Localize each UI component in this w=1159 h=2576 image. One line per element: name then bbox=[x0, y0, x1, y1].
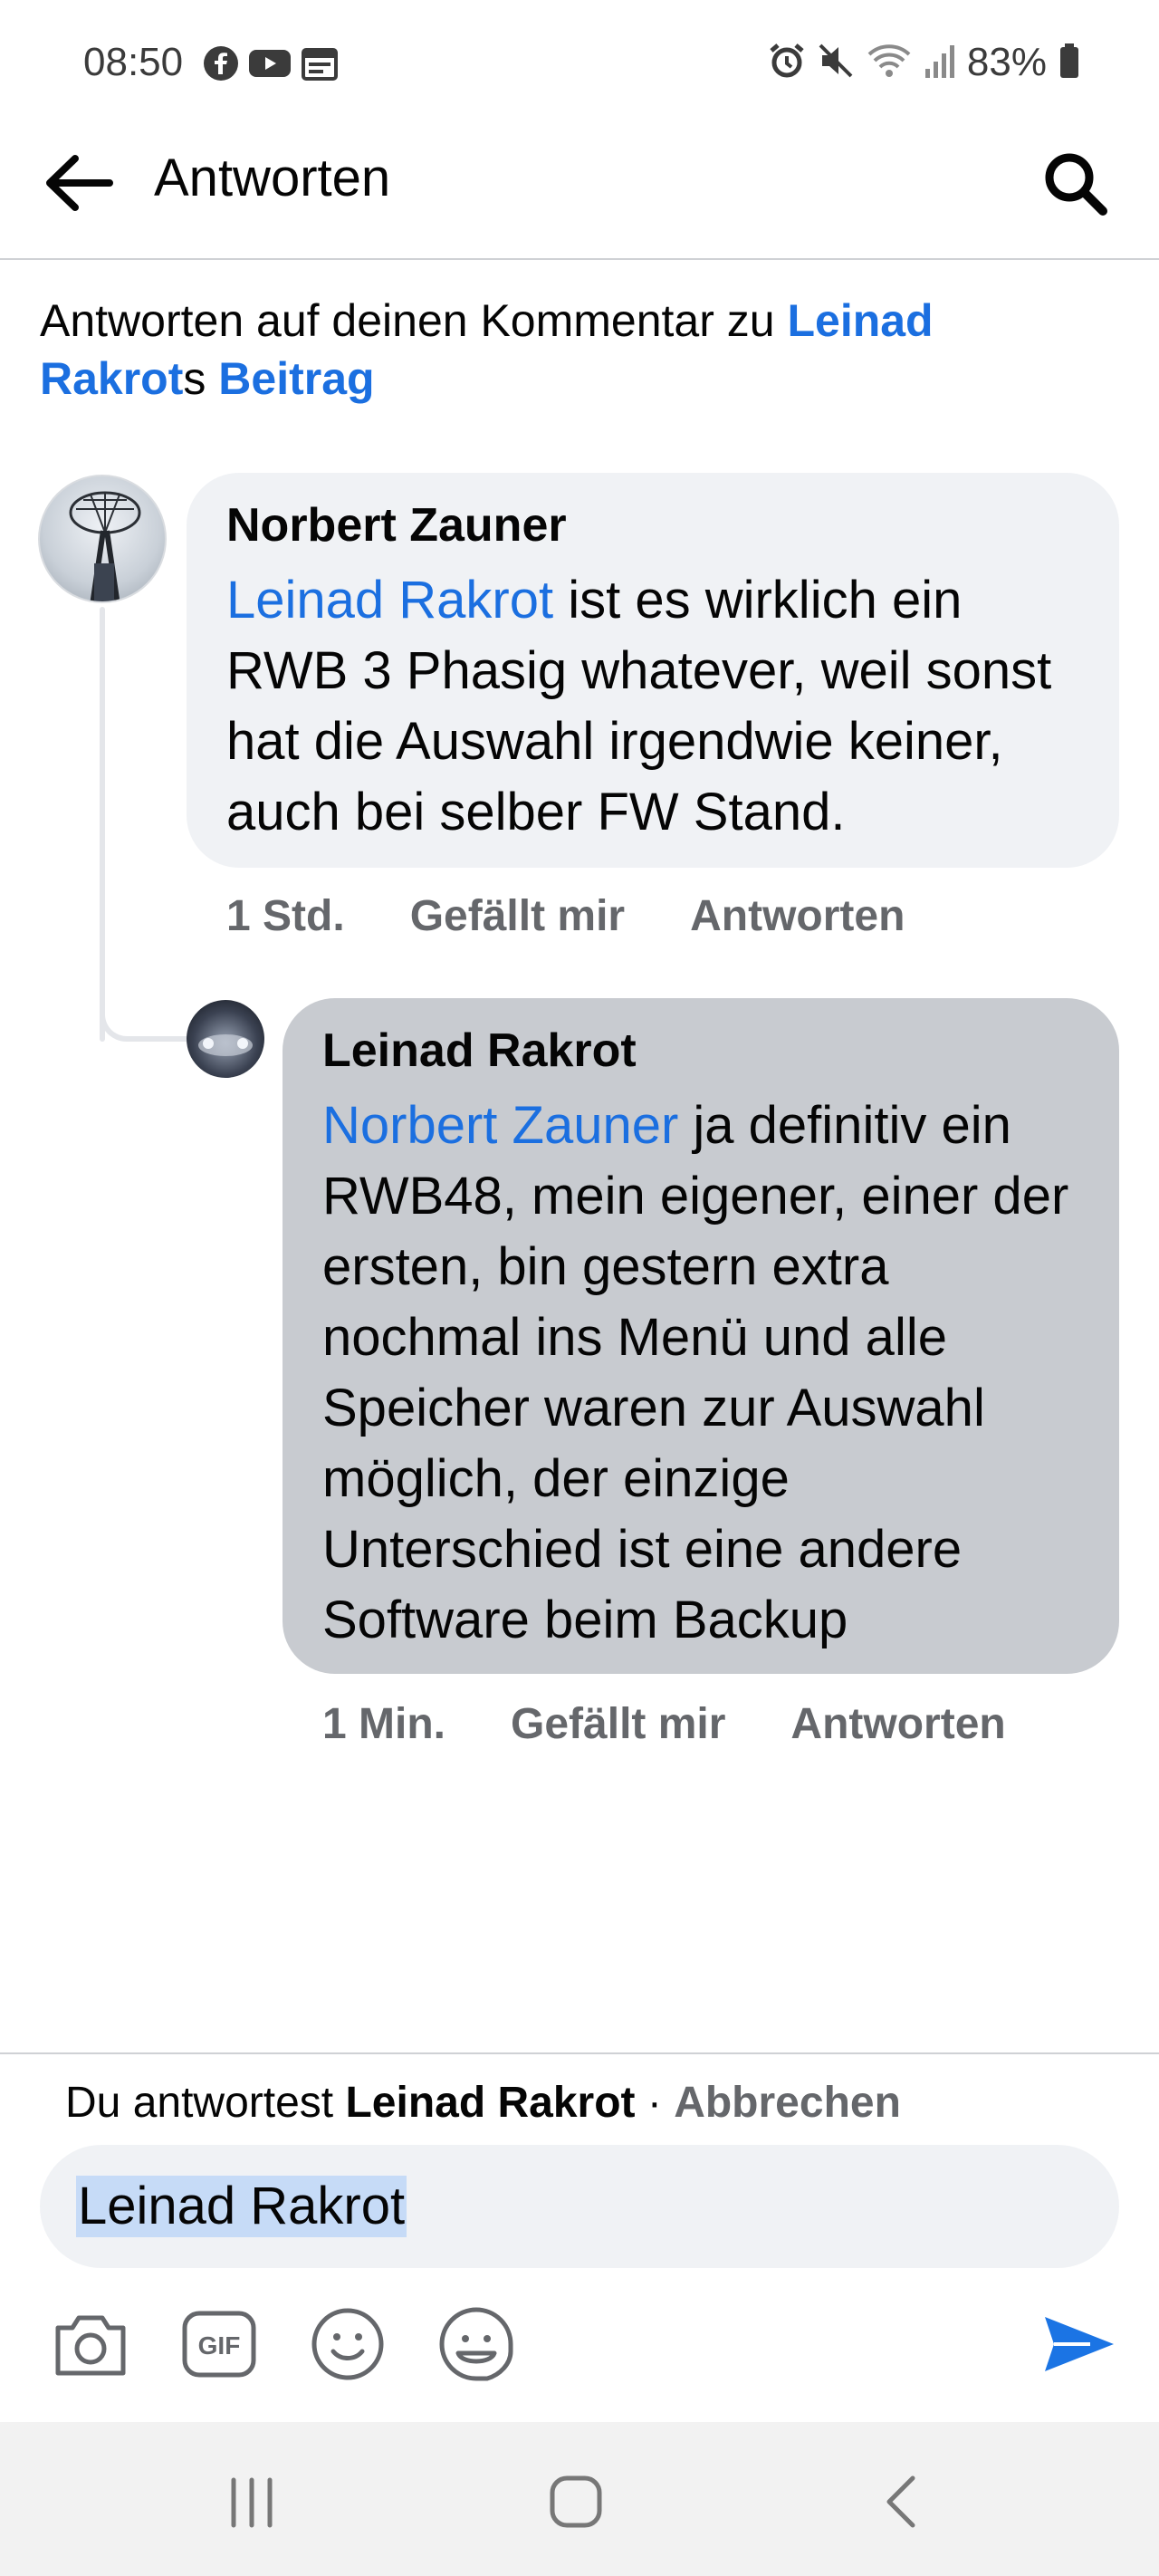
page-title: Antworten bbox=[154, 149, 391, 207]
replying-target: Leinad Rakrot bbox=[345, 2079, 636, 2127]
status-system-icons: 83% bbox=[768, 40, 1081, 85]
reply-button[interactable]: Antworten bbox=[690, 891, 905, 941]
reply-button[interactable]: Antworten bbox=[790, 1699, 1005, 1749]
status-time: 08:50 bbox=[83, 40, 184, 84]
comment-bubble[interactable]: Leinad Rakrot Norbert Zauner ja definiti… bbox=[283, 998, 1119, 1674]
youtube-icon bbox=[248, 45, 292, 86]
app-header: Antworten bbox=[0, 131, 1159, 260]
recent-apps-icon bbox=[223, 2475, 281, 2533]
signal-icon bbox=[924, 42, 956, 84]
status-bar: 08:50 83% bbox=[0, 0, 1159, 131]
home-button[interactable] bbox=[522, 2467, 630, 2540]
cancel-reply-button[interactable]: Abbrechen bbox=[674, 2079, 901, 2127]
comment-mention[interactable]: Norbert Zauner bbox=[322, 1096, 678, 1155]
comment-actions: 1 Std. Gefällt mir Antworten bbox=[226, 891, 905, 941]
avatar[interactable] bbox=[38, 475, 167, 603]
svg-text:GIF: GIF bbox=[198, 2331, 241, 2360]
reply-input-value[interactable]: Leinad Rakrot bbox=[76, 2176, 407, 2237]
back-button[interactable] bbox=[38, 144, 120, 226]
camera-icon bbox=[51, 2308, 130, 2385]
comment-author[interactable]: Leinad Rakrot bbox=[322, 1022, 1079, 1080]
nav-back-button[interactable] bbox=[848, 2467, 956, 2540]
thread-connector-branch bbox=[100, 993, 187, 1042]
alarm-icon bbox=[768, 42, 806, 84]
sticker-icon bbox=[436, 2304, 516, 2389]
facebook-icon bbox=[203, 45, 239, 86]
calendar-icon bbox=[301, 45, 339, 86]
send-button[interactable] bbox=[1034, 2301, 1125, 2391]
comment-mention[interactable]: Leinad Rakrot bbox=[226, 571, 553, 630]
gif-icon: GIF bbox=[179, 2308, 259, 2385]
reply-input[interactable]: Leinad Rakrot bbox=[40, 2145, 1119, 2268]
replying-to-label: Du antwortest Leinad Rakrot · Abbrechen bbox=[65, 2078, 901, 2128]
like-button[interactable]: Gefällt mir bbox=[410, 891, 625, 941]
comment-timestamp[interactable]: 1 Min. bbox=[322, 1699, 445, 1749]
comment-text: Leinad Rakrot ist es wirklich ein RWB 3 … bbox=[226, 565, 1079, 848]
home-icon bbox=[547, 2473, 605, 2535]
emoji-button[interactable] bbox=[302, 2301, 393, 2391]
comment-body: ja definitiv ein RWB48, mein eigener, ei… bbox=[322, 1096, 1069, 1649]
battery-percent: 83% bbox=[966, 40, 1047, 84]
sticker-button[interactable] bbox=[431, 2301, 522, 2391]
replying-prefix: Du antwortest bbox=[65, 2079, 346, 2127]
context-author-link-1[interactable]: Leinad bbox=[787, 295, 933, 346]
composer-toolbar: GIF bbox=[0, 2301, 1159, 2400]
comment-text: Norbert Zauner ja definitiv ein RWB48, m… bbox=[322, 1091, 1079, 1656]
context-post-link[interactable]: Beitrag bbox=[218, 353, 374, 404]
system-nav-bar bbox=[0, 2422, 1159, 2576]
send-icon bbox=[1041, 2312, 1117, 2381]
comment-bubble[interactable]: Norbert Zauner Leinad Rakrot ist es wirk… bbox=[187, 473, 1119, 868]
reply-composer: Du antwortest Leinad Rakrot · Abbrechen … bbox=[0, 2052, 1159, 2424]
gif-button[interactable]: GIF bbox=[174, 2301, 264, 2391]
comment-actions: 1 Min. Gefällt mir Antworten bbox=[322, 1699, 1006, 1749]
search-button[interactable] bbox=[1034, 144, 1116, 226]
status-app-icons bbox=[203, 45, 339, 86]
arrow-left-icon bbox=[43, 151, 115, 219]
like-button[interactable]: Gefällt mir bbox=[511, 1699, 725, 1749]
camera-button[interactable] bbox=[45, 2301, 136, 2391]
comment-timestamp[interactable]: 1 Std. bbox=[226, 891, 345, 941]
chevron-left-icon bbox=[880, 2473, 924, 2535]
reply-context: Antworten auf deinen Kommentar zu Leinad… bbox=[40, 292, 1108, 408]
battery-icon bbox=[1058, 42, 1081, 84]
recent-apps-button[interactable] bbox=[197, 2467, 306, 2540]
context-prefix: Antworten auf deinen Kommentar zu bbox=[40, 295, 788, 346]
comment-author[interactable]: Norbert Zauner bbox=[226, 496, 1079, 554]
search-icon bbox=[1040, 149, 1109, 222]
mute-icon bbox=[817, 42, 855, 84]
wifi-icon bbox=[866, 42, 913, 84]
emoji-icon bbox=[310, 2306, 386, 2387]
context-possessive: s bbox=[183, 353, 219, 404]
replying-separator: · bbox=[635, 2079, 675, 2127]
avatar[interactable] bbox=[187, 1000, 264, 1078]
context-author-link-2[interactable]: Rakrot bbox=[40, 353, 183, 404]
thread-connector bbox=[100, 607, 105, 1042]
